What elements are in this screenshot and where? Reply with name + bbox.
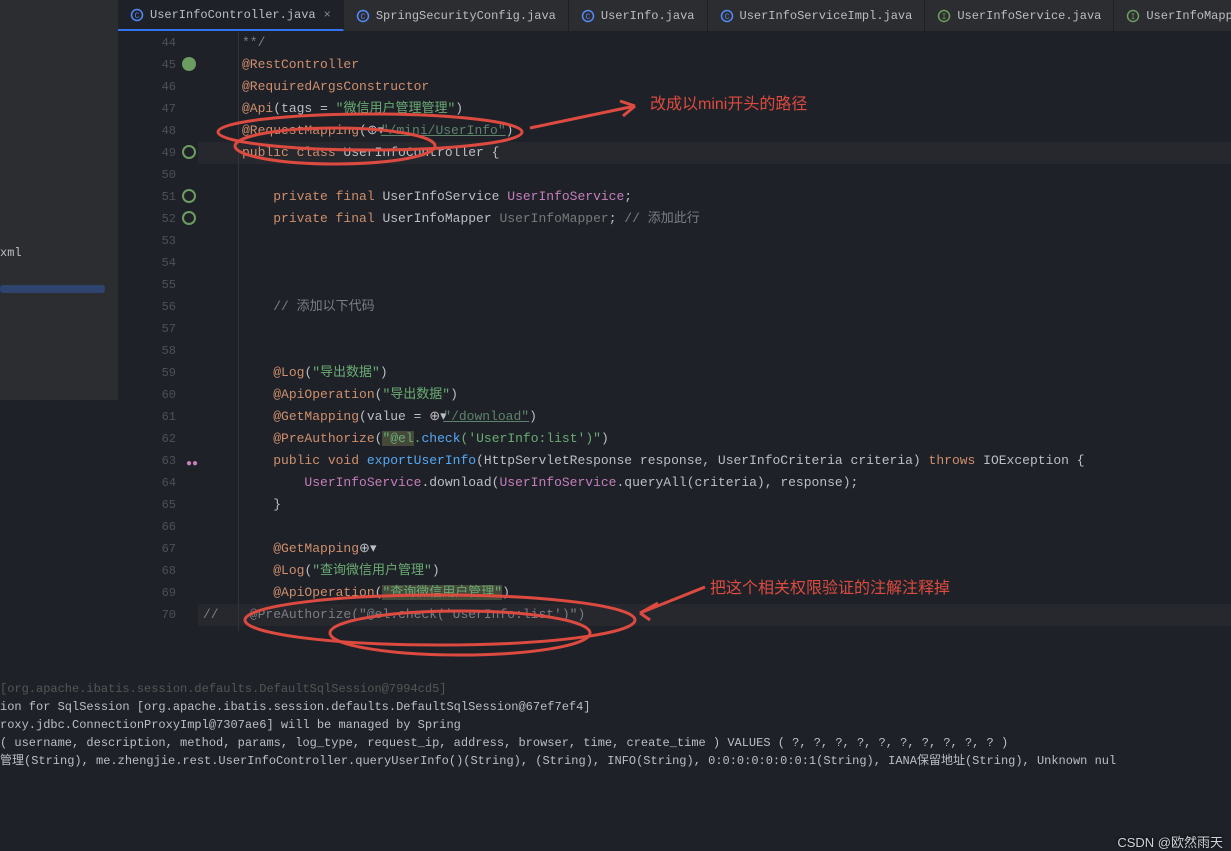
svg-text:C: C xyxy=(724,13,729,22)
tab-userinfomapper[interactable]: I UserInfoMappe xyxy=(1114,0,1231,31)
annotation-text-1: 改成以mini开头的路径 xyxy=(650,90,807,114)
svg-text:C: C xyxy=(360,13,365,22)
tab-label: UserInfo.java xyxy=(601,9,695,23)
interface-icon: I xyxy=(937,9,951,23)
console-line: [org.apache.ibatis.session.defaults.Defa… xyxy=(0,680,1231,698)
console-line: ( username, description, method, params,… xyxy=(0,734,1231,752)
console-panel[interactable]: [org.apache.ibatis.session.defaults.Defa… xyxy=(0,671,1231,851)
tab-userinfo[interactable]: C UserInfo.java xyxy=(569,0,708,31)
tab-label: UserInfoController.java xyxy=(150,8,316,22)
svg-text:I: I xyxy=(942,13,947,22)
code-content[interactable]: **/ @RestController @RequiredArgsConstru… xyxy=(198,32,1231,631)
svg-text:C: C xyxy=(135,12,140,21)
class-icon: C xyxy=(356,9,370,23)
console-line: ion for SqlSession [org.apache.ibatis.se… xyxy=(0,698,1231,716)
svg-text:I: I xyxy=(1131,13,1136,22)
tree-item-selected[interactable] xyxy=(0,285,105,293)
tree-file-xml[interactable]: xml xyxy=(0,243,22,263)
class-icon: C xyxy=(130,8,144,22)
editor-tabs: C UserInfoController.java × C SpringSecu… xyxy=(118,0,1231,32)
watermark: CSDN @欧然雨天 xyxy=(1117,832,1223,851)
code-editor[interactable]: 44 45 46 47 48 49 50 51 52 535455565758 … xyxy=(118,32,1231,631)
tab-userinfoservice[interactable]: I UserInfoService.java xyxy=(925,0,1114,31)
console-line: roxy.jdbc.ConnectionProxyImpl@7307ae6] w… xyxy=(0,716,1231,734)
class-icon: C xyxy=(581,9,595,23)
tab-label: UserInfoMappe xyxy=(1146,9,1231,23)
interface-icon: I xyxy=(1126,9,1140,23)
console-line: 管理(String), me.zhengjie.rest.UserInfoCon… xyxy=(0,752,1231,770)
class-icon: C xyxy=(720,9,734,23)
tab-label: UserInfoService.java xyxy=(957,9,1101,23)
close-icon[interactable]: × xyxy=(324,8,331,22)
svg-text:C: C xyxy=(585,13,590,22)
tab-label: UserInfoServiceImpl.java xyxy=(740,9,913,23)
line-gutter: 44 45 46 47 48 49 50 51 52 535455565758 … xyxy=(118,32,198,631)
tab-userinfoserviceimpl[interactable]: C UserInfoServiceImpl.java xyxy=(708,0,926,31)
annotation-text-2: 把这个相关权限验证的注解注释掉 xyxy=(710,574,950,598)
tab-label: SpringSecurityConfig.java xyxy=(376,9,556,23)
project-sidebar: xml xyxy=(0,0,118,400)
tab-springsecurityconfig[interactable]: C SpringSecurityConfig.java xyxy=(344,0,569,31)
tab-userinfocontroller[interactable]: C UserInfoController.java × xyxy=(118,0,344,31)
